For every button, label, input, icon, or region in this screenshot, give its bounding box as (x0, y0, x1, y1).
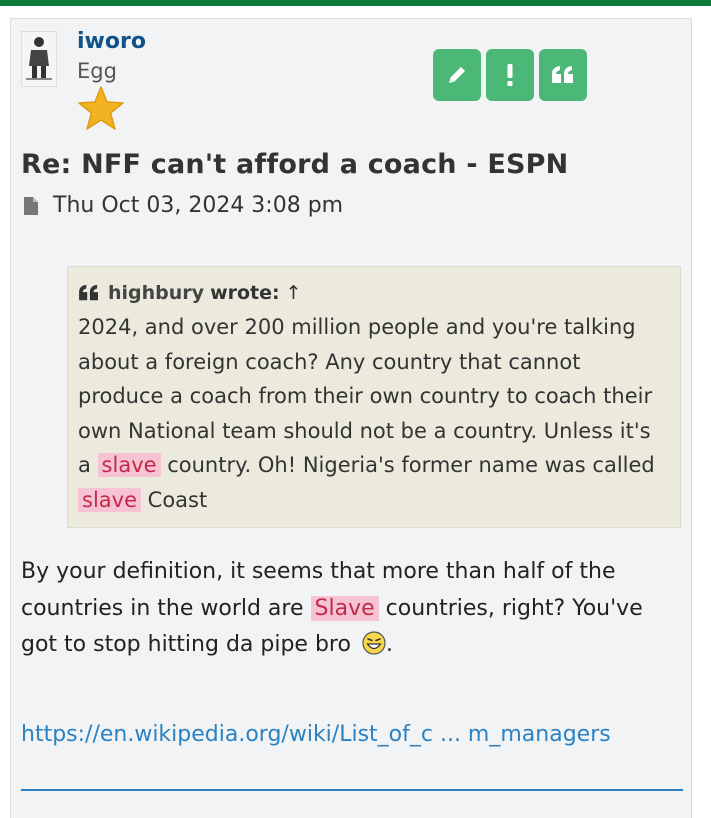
quote-mark-icon (79, 284, 98, 301)
quote-text: 2024, and over 200 million people and yo… (78, 310, 670, 517)
pencil-icon (449, 67, 465, 83)
quote-text-part: Coast (141, 487, 208, 512)
avatar[interactable] (21, 31, 57, 87)
quote-wrote-label: wrote: (210, 282, 280, 304)
view-quoted-post-arrow-icon[interactable]: ↑ (286, 282, 302, 304)
report-button[interactable] (486, 49, 534, 101)
post-meta: Thu Oct 03, 2024 3:08 pm (21, 193, 343, 218)
search-highlight: Slave (310, 595, 379, 621)
file-icon[interactable] (23, 196, 39, 216)
post-timestamp: Thu Oct 03, 2024 3:08 pm (53, 193, 344, 218)
wikipedia-link[interactable]: https://en.wikipedia.org/wiki/List_of_c … (21, 717, 681, 753)
link-underline (21, 789, 683, 791)
post-title[interactable]: Re: NFF can't afford a coach - ESPN (21, 149, 568, 180)
quote-icon (552, 66, 573, 83)
top-bar (0, 0, 711, 6)
author-rank: Egg (77, 59, 117, 83)
author-username[interactable]: iworo (77, 29, 146, 54)
search-highlight: slave (97, 453, 161, 477)
post-body-period: . (385, 632, 393, 657)
search-highlight: slave (78, 487, 141, 512)
post-container: iworo Egg Re: NFF can't afford a coach -… (10, 18, 692, 818)
rank-star-icon (78, 86, 124, 130)
avatar-image (22, 32, 56, 86)
edit-button[interactable] (433, 49, 481, 101)
quote-block: highbury wrote: ↑ 2024, and over 200 mil… (67, 266, 681, 528)
exclamation-icon (507, 64, 513, 86)
laughing-smiley-icon (362, 631, 386, 655)
post-body: By your definition, it seems that more t… (21, 554, 681, 664)
quote-button[interactable] (539, 49, 587, 101)
quote-author[interactable]: highbury (108, 282, 204, 304)
quote-text-part: country. Oh! Nigeria's former name was c… (160, 453, 655, 477)
quote-citation: highbury wrote: ↑ (78, 281, 670, 305)
